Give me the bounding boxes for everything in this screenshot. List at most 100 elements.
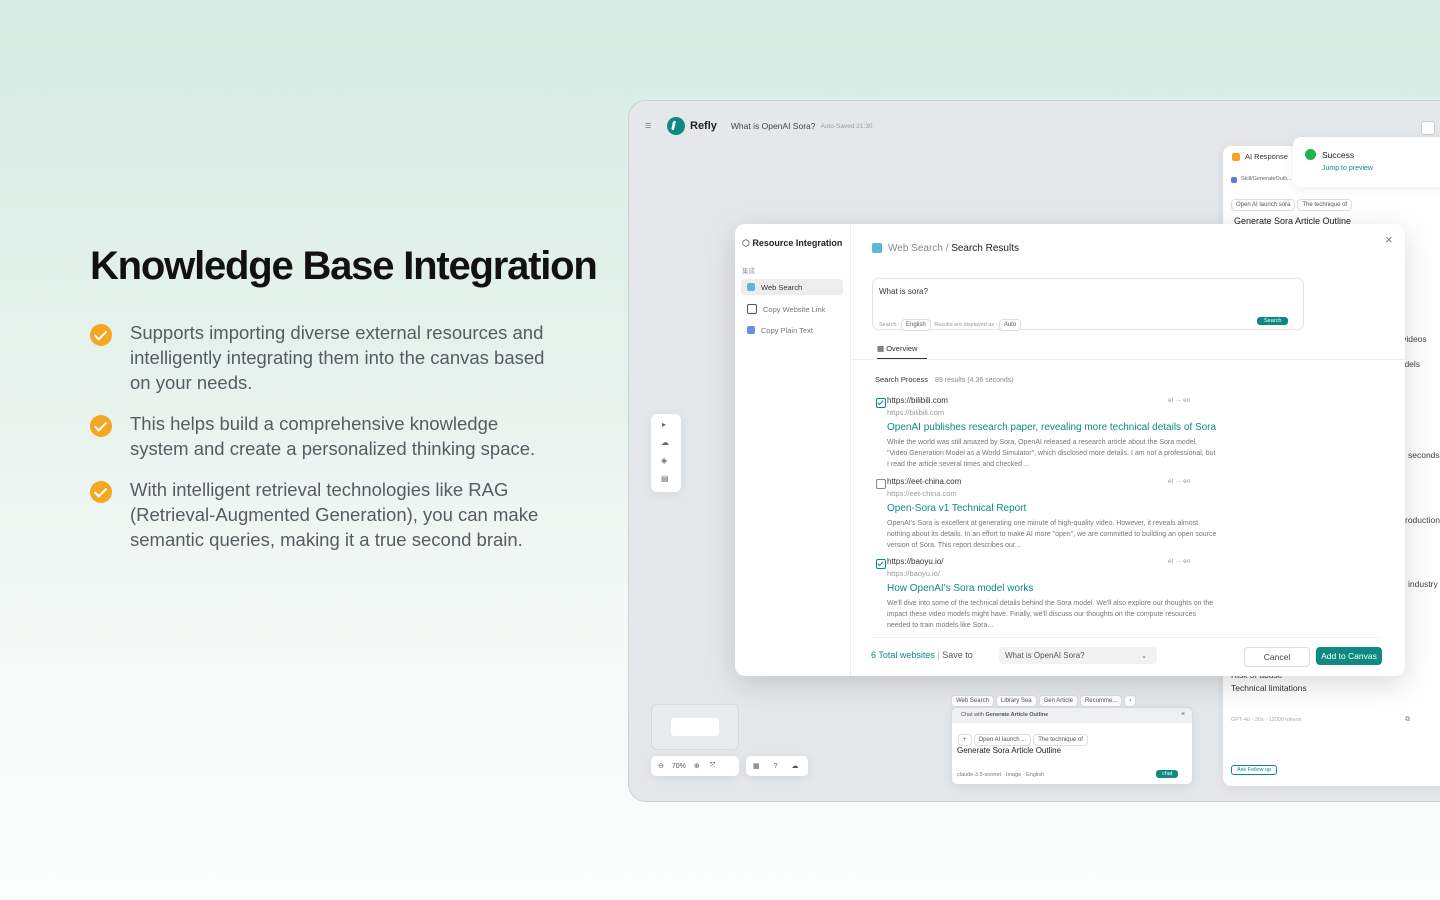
feature-item: This helps build a comprehensive knowled… xyxy=(90,411,560,461)
save-target-select[interactable]: What is OpenAI Sora? ⌄ xyxy=(999,647,1157,664)
context-chip[interactable]: Open AI launch sora xyxy=(1231,199,1296,211)
copy-icon[interactable]: ⧉ xyxy=(1405,716,1410,724)
context-chip[interactable]: The technique of xyxy=(1297,199,1353,211)
skill-tab[interactable]: Recomme... xyxy=(1079,695,1123,707)
modal-sidebar: ⬡ Resource Integration 集成 Web Search Cop… xyxy=(735,224,851,676)
chat-header-target: Generate Article Outline xyxy=(985,712,1049,718)
search-result[interactable]: https://baoyu.io/ https://baoyu.io/ How … xyxy=(876,557,1257,631)
zoom-out-icon[interactable]: ⊖ xyxy=(658,762,664,770)
overview-icon: ▦ xyxy=(877,344,885,353)
response-fragment: roduction xyxy=(1405,515,1440,525)
check-icon xyxy=(90,324,112,346)
skill-label: Skill/GenerateOutli... xyxy=(1241,176,1292,182)
minimap-viewport[interactable] xyxy=(671,718,719,736)
sidebar-item-copy-link[interactable]: Copy Website Link xyxy=(741,301,843,317)
response-line: Technical limitations xyxy=(1231,683,1307,693)
canvas-toolbar: ▸ ☁ ◈ ▤ xyxy=(651,414,681,492)
upload-icon[interactable]: ☁ xyxy=(661,438,669,447)
display-mode-select[interactable]: Auto xyxy=(998,319,1022,331)
modal-footer-info: 6 Total websites | Save to xyxy=(871,650,973,660)
search-language-select[interactable]: English xyxy=(901,319,931,331)
view-controls: ▦ ? ☁ xyxy=(746,756,808,776)
process-stats: 89 results (4.36 seconds) xyxy=(935,377,1014,384)
search-button[interactable]: Search xyxy=(1257,317,1289,325)
cloud-icon[interactable]: ☁ xyxy=(792,762,799,770)
result-language-meta: el → en xyxy=(1168,478,1191,485)
search-box: What is sora? Search : English Results a… xyxy=(872,278,1304,331)
jump-to-preview-link[interactable]: Jump to preview xyxy=(1322,165,1373,172)
chat-prompt[interactable]: Generate Sora Article Outline xyxy=(957,746,1061,755)
add-to-canvas-button[interactable]: Add to Canvas xyxy=(1316,647,1382,665)
zoom-level[interactable]: 70% xyxy=(672,763,686,770)
result-checkbox[interactable] xyxy=(876,398,886,408)
total-websites: 6 Total websites xyxy=(871,650,935,660)
search-label: Search : xyxy=(879,322,900,328)
sidebar-item-label: Web Search xyxy=(761,282,803,292)
search-options: Search : English Results are displayed a… xyxy=(879,319,1023,331)
close-icon[interactable]: × xyxy=(1181,711,1185,718)
chat-header-prefix: Chat with xyxy=(961,712,984,718)
ai-response-label: AI Response xyxy=(1245,152,1288,161)
result-description: We'll dive into some of the technical de… xyxy=(887,600,1214,629)
chat-context: + Open AI launch ... The technique of xyxy=(958,728,1090,746)
search-result[interactable]: https://eet-china.com https://eet-china.… xyxy=(876,477,1257,551)
pointer-icon[interactable]: ▸ xyxy=(662,420,666,429)
result-title[interactable]: OpenAI publishes research paper, reveali… xyxy=(887,422,1257,433)
minimap[interactable] xyxy=(651,704,739,750)
result-checkbox[interactable] xyxy=(876,479,886,489)
more-skills-button[interactable]: › xyxy=(1124,695,1137,707)
ask-follow-up-button[interactable]: Ask Follow up xyxy=(1231,765,1278,775)
result-checkbox[interactable] xyxy=(876,559,886,569)
document-icon[interactable]: ▤ xyxy=(661,474,669,483)
context-chip[interactable]: Open AI launch ... xyxy=(973,734,1032,746)
help-icon[interactable]: ? xyxy=(774,763,778,770)
success-icon xyxy=(1305,149,1316,160)
response-fragment: seconds xyxy=(1408,450,1440,460)
tab-overview[interactable]: ▦ Overview xyxy=(877,344,917,353)
model-select[interactable]: claude-3.5-sonnet xyxy=(957,772,1001,778)
result-url: https://baoyu.io/ xyxy=(887,569,940,578)
breadcrumb: Web Search / Search Results xyxy=(888,243,1019,254)
language-select[interactable]: English xyxy=(1026,772,1044,778)
sidebar-item-copy-text[interactable]: Copy Plain Text xyxy=(741,322,843,338)
context-chip[interactable]: The technique of xyxy=(1033,734,1088,746)
skill-icon xyxy=(1231,177,1237,183)
breadcrumb-parent[interactable]: Web Search xyxy=(888,243,943,254)
layout-icon[interactable]: ▦ xyxy=(753,762,760,770)
result-title[interactable]: How OpenAI's Sora model works xyxy=(887,583,1257,594)
send-chat-button[interactable]: chat xyxy=(1156,770,1179,778)
zoom-controls: ⊖ 70% ⊕ ⤧ xyxy=(651,756,739,776)
cube-icon: ⬡ xyxy=(742,238,750,248)
menu-icon[interactable]: ≡ xyxy=(645,120,651,132)
skill-tab[interactable]: Web Search xyxy=(951,695,994,707)
feature-item: Supports importing diverse external reso… xyxy=(90,320,560,395)
share-icon[interactable] xyxy=(1421,121,1435,135)
skill-tab[interactable]: Gen Article xyxy=(1038,695,1078,707)
result-description: OpenAI's Sora is excellent at generating… xyxy=(887,520,1217,549)
search-query-input[interactable]: What is sora? xyxy=(879,287,928,296)
search-result[interactable]: https://bilibili.com https://bilibili.co… xyxy=(876,396,1257,470)
layers-icon[interactable]: ◈ xyxy=(661,456,667,465)
display-label: Results are displayed as : xyxy=(934,322,998,328)
doc-title[interactable]: What is OpenAI Sora? xyxy=(731,121,816,131)
result-title[interactable]: Open-Sora v1 Technical Report xyxy=(887,503,1257,514)
fit-view-icon[interactable]: ⤧ xyxy=(710,762,716,770)
divider xyxy=(850,359,1405,360)
image-toggle[interactable]: Image xyxy=(1006,772,1021,778)
tab-label: Overview xyxy=(886,344,918,353)
cancel-button[interactable]: Cancel xyxy=(1244,647,1310,667)
skill-tab[interactable]: Library Sea xyxy=(995,695,1037,707)
zoom-in-icon[interactable]: ⊕ xyxy=(694,762,700,770)
close-modal-icon[interactable]: × xyxy=(1385,232,1393,247)
chat-input-panel: Chat with Generate Article Outline × + Op… xyxy=(951,707,1193,785)
sidebar-title: ⬡ Resource Integration xyxy=(742,238,842,249)
chevron-down-icon: ⌄ xyxy=(1141,652,1147,660)
link-icon xyxy=(747,304,757,314)
web-search-icon xyxy=(747,283,755,291)
check-icon xyxy=(90,415,112,437)
sidebar-item-web-search[interactable]: Web Search xyxy=(741,279,843,295)
sidebar-item-label: Copy Plain Text xyxy=(761,325,813,335)
context-add-button[interactable]: + xyxy=(958,734,972,746)
check-icon xyxy=(90,481,112,503)
sidebar-group-label: 集成 xyxy=(742,268,755,275)
